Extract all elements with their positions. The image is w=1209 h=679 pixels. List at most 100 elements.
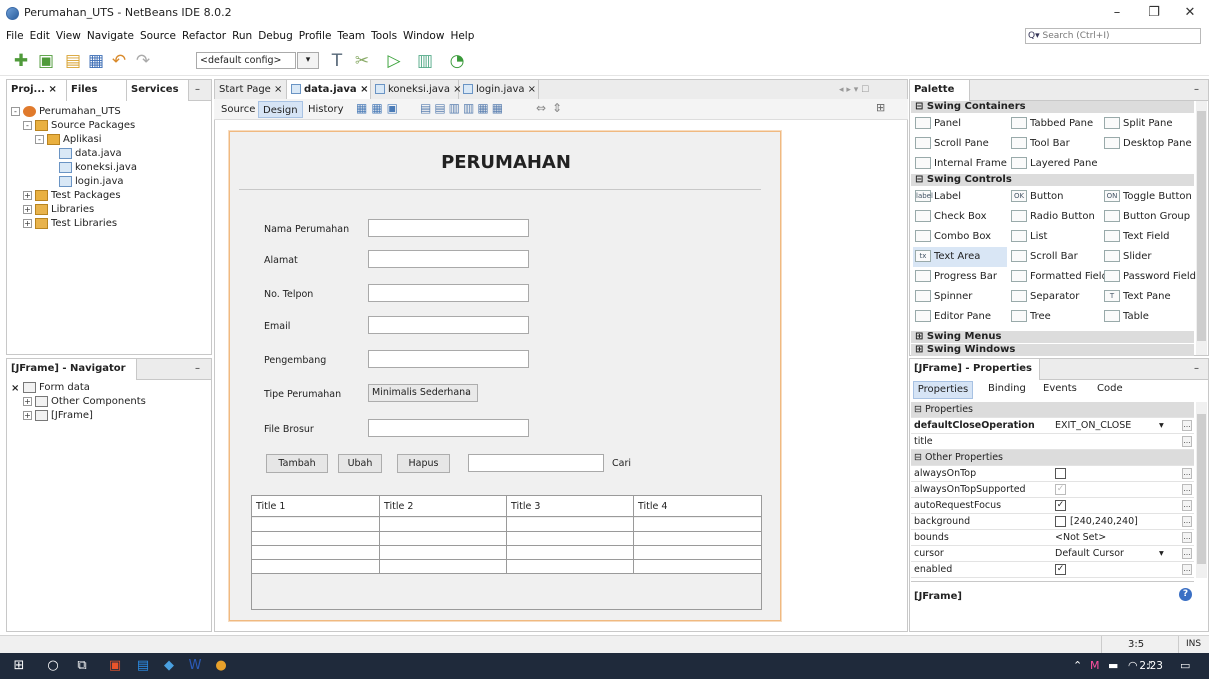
minimize-button[interactable]: – bbox=[1102, 4, 1132, 22]
taskbar-clock[interactable]: 2:23 bbox=[1139, 653, 1163, 679]
select-tipe-perumahan[interactable]: Minimalis Sederhana ⌄ bbox=[368, 384, 478, 402]
palette-item-layered-pane[interactable]: Layered Pane bbox=[1009, 154, 1103, 174]
profile-icon[interactable]: ◔ bbox=[446, 50, 468, 72]
view-history[interactable]: History bbox=[304, 101, 348, 118]
tab-navigator[interactable]: [JFrame] - Navigator × bbox=[7, 359, 137, 394]
tree-item[interactable]: - Perumahan_UTS bbox=[11, 105, 209, 119]
run-icon[interactable]: ▷ bbox=[383, 50, 405, 72]
palette-category-containers[interactable]: ⊟ Swing Containers bbox=[911, 101, 1194, 113]
property-row-alwaysontopsupported[interactable]: alwaysOnTopSupported ✓… bbox=[911, 482, 1194, 498]
expand-icon[interactable]: + bbox=[23, 190, 32, 200]
menu-run[interactable]: Run bbox=[229, 26, 255, 46]
config-select[interactable]: <default config> bbox=[196, 52, 296, 69]
property-row-enabled[interactable]: enabled ✓… bbox=[911, 562, 1194, 578]
menu-window[interactable]: Window bbox=[400, 26, 447, 46]
task-view-icon[interactable]: ⧉ bbox=[73, 657, 91, 675]
view-design[interactable]: Design bbox=[258, 101, 303, 118]
property-row-title[interactable]: title… bbox=[911, 434, 1194, 450]
netbeans-task-icon[interactable]: ◆ bbox=[160, 657, 178, 675]
tab-palette[interactable]: Palette × bbox=[910, 80, 970, 115]
palette-item-spinner[interactable]: Spinner bbox=[913, 287, 1007, 307]
palette-item-text-area[interactable]: tx Text Area bbox=[913, 247, 1007, 267]
tray-app-icon[interactable]: M bbox=[1090, 653, 1100, 679]
view-source[interactable]: Source bbox=[217, 101, 259, 118]
tree-item[interactable]: + Libraries bbox=[11, 203, 209, 217]
menu-source[interactable]: Source bbox=[137, 26, 179, 46]
tambah-button[interactable]: Tambah bbox=[266, 454, 328, 473]
hapus-button[interactable]: Hapus bbox=[397, 454, 450, 473]
close-icon[interactable]: × bbox=[357, 84, 368, 95]
menu-edit[interactable]: Edit bbox=[27, 26, 53, 46]
table-header-4[interactable]: Title 4 bbox=[634, 496, 761, 517]
word-icon[interactable]: W bbox=[186, 657, 204, 675]
clean-build-icon[interactable]: ✂ bbox=[351, 50, 373, 72]
palette-item-tree[interactable]: Tree bbox=[1009, 307, 1103, 327]
close-icon[interactable]: × bbox=[525, 84, 536, 95]
property-editor-button[interactable]: … bbox=[1182, 468, 1192, 479]
checkbox[interactable]: ✓ bbox=[1055, 484, 1066, 495]
expand-icon[interactable]: + bbox=[23, 410, 32, 420]
palette-item-label[interactable]: labelLabel bbox=[913, 187, 1007, 207]
property-editor-button[interactable]: … bbox=[1182, 532, 1192, 543]
tree-item[interactable]: data.java bbox=[11, 147, 209, 161]
property-row-bounds[interactable]: bounds <Not Set>… bbox=[911, 530, 1194, 546]
new-file-icon[interactable]: ✚ bbox=[10, 50, 32, 72]
property-editor-button[interactable]: … bbox=[1182, 564, 1192, 575]
tree-item[interactable]: - Aplikasi bbox=[11, 133, 209, 147]
menu-view[interactable]: View bbox=[53, 26, 84, 46]
palette-item-text-pane[interactable]: T Text Pane bbox=[1102, 287, 1196, 307]
tab-services[interactable]: Services bbox=[127, 80, 189, 101]
form-canvas[interactable]: PERUMAHAN Nama Perumahan Alamat No. Telp… bbox=[229, 131, 781, 621]
expand-icon[interactable]: + bbox=[23, 396, 32, 406]
property-editor-button[interactable]: … bbox=[1182, 436, 1192, 447]
props-category-other[interactable]: ⊟ Other Properties bbox=[911, 450, 1194, 466]
palette-item-panel[interactable]: Panel bbox=[913, 114, 1007, 134]
property-editor-button[interactable]: … bbox=[1182, 484, 1192, 495]
collapse-icon[interactable]: - bbox=[11, 106, 20, 116]
checkbox[interactable]: ✓ bbox=[1055, 500, 1066, 511]
minimize-panel-icon[interactable]: – bbox=[195, 359, 200, 379]
new-project-icon[interactable]: ▣ bbox=[35, 50, 57, 72]
table-header-2[interactable]: Title 2 bbox=[380, 496, 507, 517]
palette-item-combo-box[interactable]: Combo Box bbox=[913, 227, 1007, 247]
expand-icon[interactable]: + bbox=[23, 204, 32, 214]
align-icons[interactable]: ▤▤▥▥▦▦ bbox=[420, 101, 506, 115]
tree-item[interactable]: + [JFrame] bbox=[11, 409, 209, 423]
input-alamat[interactable] bbox=[368, 250, 529, 268]
property-value[interactable]: <Not Set> bbox=[1055, 530, 1106, 546]
menu-tools[interactable]: Tools bbox=[368, 26, 400, 46]
property-value[interactable]: ✓ bbox=[1055, 498, 1070, 514]
property-value[interactable]: ✓ bbox=[1055, 482, 1070, 498]
palette-item-internal-frame[interactable]: Internal Frame bbox=[913, 154, 1007, 174]
tab-projects[interactable]: Proj... × bbox=[7, 80, 67, 101]
tab-binding[interactable]: Binding bbox=[988, 383, 1026, 394]
redo-icon[interactable]: ↷ bbox=[132, 50, 154, 72]
tab-properties-window[interactable]: [JFrame] - Properties × bbox=[910, 359, 1040, 394]
checkbox[interactable] bbox=[1055, 516, 1066, 527]
minimize-panel-icon[interactable]: – bbox=[1194, 359, 1199, 379]
tree-item[interactable]: koneksi.java bbox=[11, 161, 209, 175]
open-project-icon[interactable]: ▤ bbox=[62, 50, 84, 72]
property-row-autorequestfocus[interactable]: autoRequestFocus ✓… bbox=[911, 498, 1194, 514]
property-row-alwaysontop[interactable]: alwaysOnTop… bbox=[911, 466, 1194, 482]
property-value[interactable]: EXIT_ON_CLOSE ▾ bbox=[1055, 418, 1164, 434]
input-pengembang[interactable] bbox=[368, 350, 529, 368]
tree-item[interactable]: - Source Packages bbox=[11, 119, 209, 133]
menu-debug[interactable]: Debug bbox=[255, 26, 296, 46]
maximize-button[interactable]: ❐ bbox=[1139, 4, 1169, 22]
menu-navigate[interactable]: Navigate bbox=[84, 26, 137, 46]
palette-item-scroll-bar[interactable]: Scroll Bar bbox=[1009, 247, 1103, 267]
search-box[interactable]: Q▾ Search (Ctrl+I) bbox=[1025, 28, 1201, 44]
property-editor-button[interactable]: … bbox=[1182, 548, 1192, 559]
property-editor-button[interactable]: … bbox=[1182, 420, 1192, 431]
tab-start-page[interactable]: Start Page × bbox=[215, 80, 287, 101]
input-no-telpon[interactable] bbox=[368, 284, 529, 302]
menu-refactor[interactable]: Refactor bbox=[179, 26, 229, 46]
palette-category-menus[interactable]: ⊞ Swing Menus bbox=[911, 331, 1194, 343]
help-icon[interactable]: ? bbox=[1179, 588, 1192, 601]
expand-icon[interactable]: ⊞ bbox=[876, 101, 885, 114]
menu-file[interactable]: File bbox=[3, 26, 27, 46]
app-icon-1[interactable]: ▣ bbox=[106, 657, 124, 675]
palette-item-button-group[interactable]: Button Group bbox=[1102, 207, 1196, 227]
palette-item-formatted-field[interactable]: Formatted Field bbox=[1009, 267, 1108, 287]
